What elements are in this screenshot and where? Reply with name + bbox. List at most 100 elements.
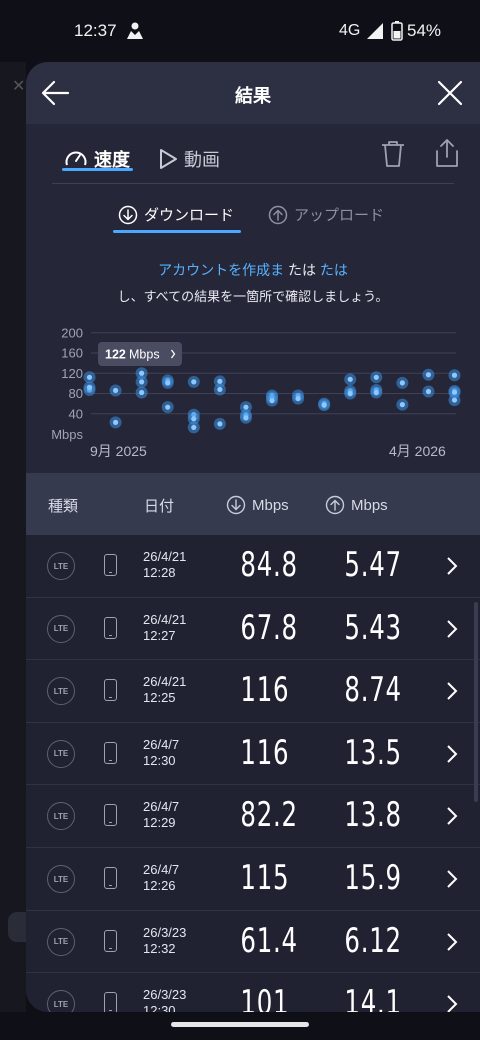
table-header: 種類 日付 Mbps Mbps: [26, 473, 480, 535]
tab-indicator: [62, 168, 133, 171]
lte-badge: LTE: [47, 552, 75, 580]
data-point-core: [399, 380, 405, 386]
chevron-right-icon: [447, 870, 458, 888]
row-time: 12:29: [143, 815, 176, 831]
scrollbar[interactable]: [474, 602, 478, 802]
data-point-core: [347, 390, 353, 397]
divider: [52, 183, 454, 184]
data-point-core: [425, 388, 432, 395]
lte-badge: LTE: [47, 990, 75, 1012]
phone-icon: [104, 741, 117, 764]
play-icon: [160, 149, 177, 169]
phone-icon: [104, 616, 117, 639]
battery-icon: [391, 21, 403, 41]
table-row[interactable]: LTE 26/4/21 12:27 67.8 5.43: [26, 598, 480, 661]
trash-icon[interactable]: [380, 140, 406, 168]
status-bar: 12:37 4G 54%: [0, 0, 480, 62]
login-link[interactable]: たは: [320, 262, 348, 278]
results-sheet: 結果 速度 動画 ダウンロード アップロード アカウントを作成ま たは たは し…: [26, 62, 480, 1012]
share-icon[interactable]: [434, 138, 460, 168]
chevron-right-icon: [447, 557, 458, 575]
row-time: 12:25: [143, 690, 176, 706]
tab-download[interactable]: ダウンロード: [118, 204, 234, 225]
upload-arrow-icon: [325, 495, 345, 515]
lte-badge: LTE: [47, 739, 75, 768]
y-tick-label: 40: [69, 406, 83, 421]
phone-icon: [104, 679, 117, 702]
x-end-label: 4月 2026: [389, 443, 446, 459]
data-point-core: [269, 397, 275, 404]
y-tick-label: 200: [61, 325, 83, 340]
upload-value: 14.1: [344, 983, 402, 1012]
row-date: 26/3/23: [143, 924, 187, 940]
page-title: 結果: [235, 86, 271, 106]
close-icon[interactable]: [436, 79, 464, 107]
row-datetime: 26/3/23 12:30: [143, 987, 186, 1012]
data-point-core: [243, 415, 249, 421]
main-tabs: 速度 動画: [26, 124, 480, 188]
row-time: 12:26: [143, 878, 176, 893]
notification-icon: [127, 22, 143, 39]
table-row[interactable]: LTE 26/4/7 12:29 82.2 13.8: [26, 785, 480, 848]
direction-tabs: ダウンロード アップロード: [26, 196, 480, 236]
speed-chart[interactable]: 200 160 120 80 40 Mbps 122 Mbps 9月 2025 4月 20…: [26, 320, 480, 468]
download-value: 116: [240, 670, 290, 711]
chevron-right-icon: [447, 932, 458, 951]
download-arrow-icon: [226, 495, 246, 515]
chevron-right-icon: [447, 995, 458, 1012]
column-upload-label: Mbps: [351, 496, 388, 514]
chevron-right-icon: [447, 619, 458, 638]
data-point-core: [112, 419, 119, 425]
data-point-core: [217, 386, 223, 393]
data-point-core: [139, 379, 145, 385]
table-row[interactable]: LTE 26/4/7 12:26 115 15.9: [26, 848, 480, 911]
row-date: 26/4/7: [143, 862, 180, 877]
chart-tooltip[interactable]: 122 Mbps: [98, 342, 182, 366]
lte-badge: LTE: [47, 865, 75, 893]
create-account-link[interactable]: アカウントを作成ま: [158, 262, 284, 278]
table-row[interactable]: LTE 26/3/23 12:32 61.4 6.12: [26, 911, 480, 974]
table-row[interactable]: LTE 26/4/21 12:25 116 8.74: [26, 660, 480, 723]
upload-value: 13.5: [344, 732, 402, 773]
home-handle[interactable]: [171, 1022, 309, 1027]
download-value: 61.4: [240, 920, 298, 961]
download-value: 101: [240, 983, 290, 1012]
phone-icon: [104, 804, 117, 827]
data-point-core: [86, 384, 93, 391]
chart-points: [83, 367, 461, 434]
tab-upload-label: アップロード: [294, 207, 385, 224]
tab-video[interactable]: 動画: [158, 144, 220, 174]
tab-upload[interactable]: アップロード: [268, 204, 384, 225]
lte-badge: LTE: [47, 802, 75, 831]
data-point-core: [425, 372, 432, 378]
speedometer-icon: [65, 151, 87, 166]
data-point-core: [373, 389, 379, 396]
phone-icon: [104, 554, 117, 576]
data-point-core: [295, 395, 301, 402]
column-upload: Mbps: [325, 495, 388, 515]
phone-icon: [104, 992, 117, 1012]
upload-value: 15.9: [344, 858, 402, 898]
chart-y-ticks: 200 160 120 80 40 Mbps: [51, 325, 83, 442]
data-point-core: [217, 378, 223, 384]
download-value: 82.2: [240, 795, 298, 836]
table-row[interactable]: LTE 26/4/7 12:30 116 13.5: [26, 723, 480, 786]
row-datetime: 26/4/21 12:27: [143, 612, 186, 644]
table-row[interactable]: LTE 26/4/21 12:28 84.8 5.47: [26, 535, 480, 598]
lte-badge: LTE: [47, 614, 75, 643]
download-arrow-icon: [118, 205, 138, 224]
row-datetime: 26/4/21 12:25: [143, 674, 186, 706]
row-date: 26/4/21: [143, 611, 187, 627]
y-tick-label: 120: [61, 366, 83, 381]
row-datetime: 26/4/7 12:26: [143, 862, 179, 894]
download-value: 115: [240, 858, 290, 898]
upload-value: 6.12: [344, 920, 402, 961]
table-row[interactable]: LTE 26/3/23 12:30 101 14.1: [26, 973, 480, 1012]
data-point-core: [191, 379, 197, 385]
y-tick-label: 80: [69, 386, 83, 401]
column-download: Mbps: [226, 495, 289, 515]
results-list: LTE 26/4/21 12:28 84.8 5.47 LTE 26/4/21 12…: [26, 535, 480, 1012]
status-time: 12:37: [74, 21, 117, 40]
row-time: 12:30: [143, 1003, 176, 1012]
x-start-label: 9月 2025: [90, 443, 147, 459]
